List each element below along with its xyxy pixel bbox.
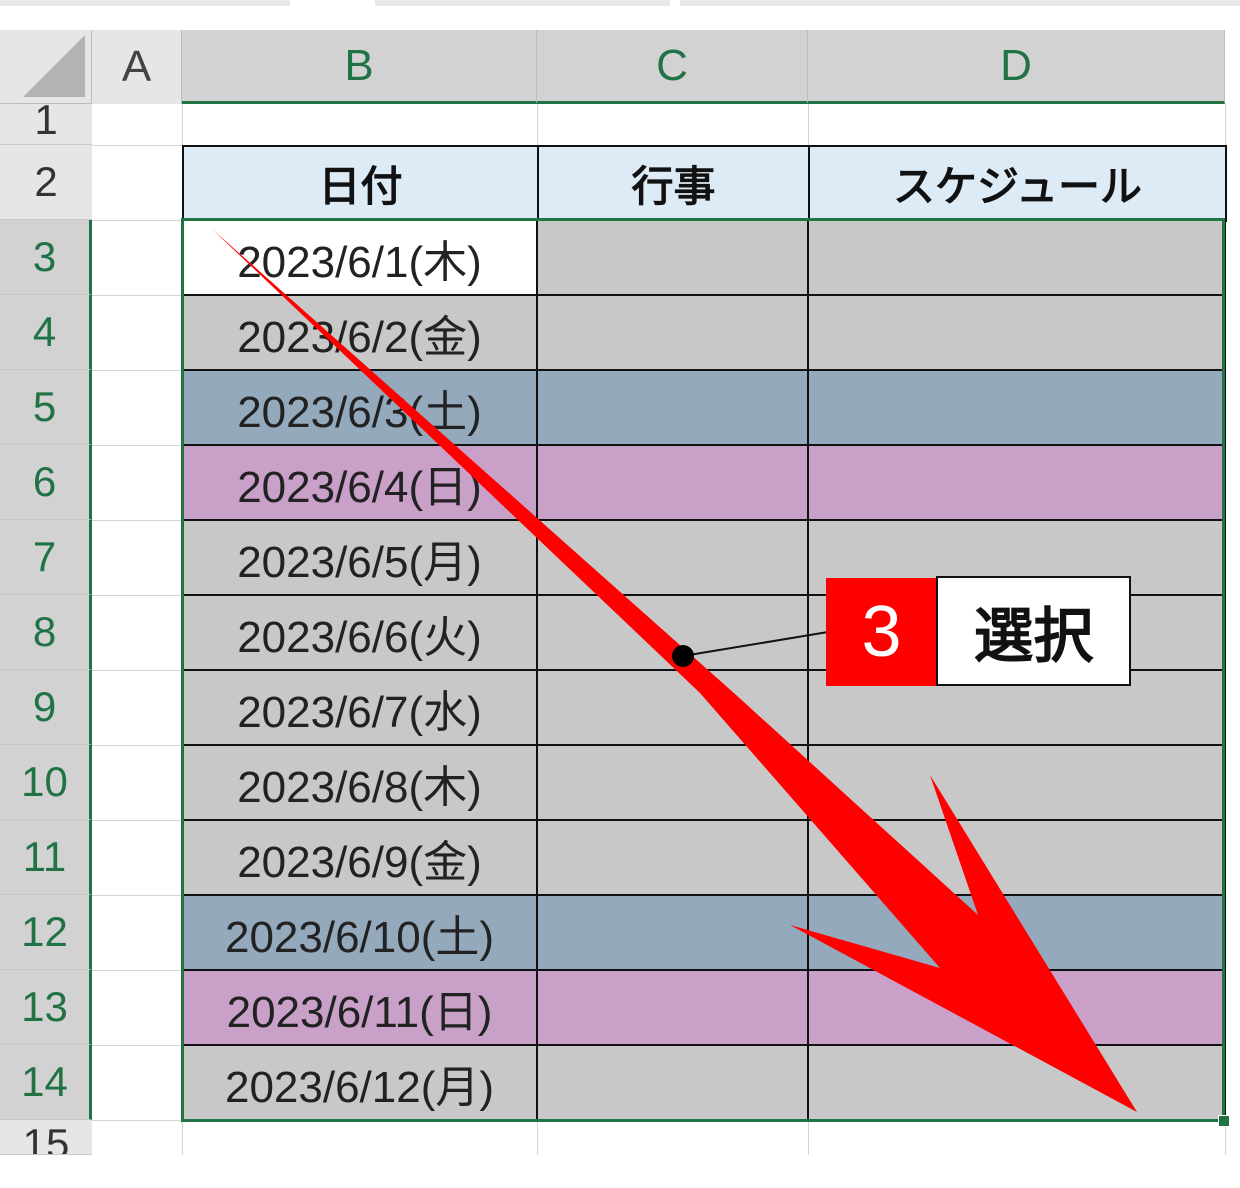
event-cell[interactable] <box>537 370 808 445</box>
event-cell[interactable] <box>537 970 808 1045</box>
row-header-4[interactable]: 4 <box>0 295 92 370</box>
date-cell[interactable]: 2023/6/9(金) <box>182 820 537 895</box>
row-header-5[interactable]: 5 <box>0 370 92 445</box>
event-cell[interactable] <box>537 220 808 295</box>
event-cell[interactable] <box>537 895 808 970</box>
event-cell[interactable] <box>537 820 808 895</box>
date-cell[interactable]: 2023/6/2(金) <box>182 295 537 370</box>
column-header-b[interactable]: B <box>182 30 537 104</box>
table-border <box>182 1044 1225 1046</box>
event-cell[interactable] <box>537 445 808 520</box>
row-header-8[interactable]: 8 <box>0 595 92 670</box>
event-cell[interactable] <box>537 670 808 745</box>
event-cell[interactable] <box>537 595 808 670</box>
column-header-c[interactable]: C <box>537 30 808 104</box>
ribbon-edge <box>0 0 1240 30</box>
schedule-cell[interactable] <box>808 220 1225 295</box>
event-cell[interactable] <box>537 1045 808 1120</box>
spreadsheet: ABCD 1 2 3 4 5 6 7 8 9 10 11 12 13 14 15 日付 行事 スケジュール 202… <box>0 0 1240 1188</box>
row-header-15[interactable]: 15 <box>0 1120 92 1155</box>
row-header-6[interactable]: 6 <box>0 445 92 520</box>
row-header-1[interactable]: 1 <box>0 104 92 145</box>
row-header-10[interactable]: 10 <box>0 745 92 820</box>
date-cell[interactable]: 2023/6/7(水) <box>182 670 537 745</box>
table-border <box>182 444 1225 446</box>
table-border <box>182 1119 1225 1121</box>
schedule-cell[interactable] <box>808 370 1225 445</box>
row-header-9[interactable]: 9 <box>0 670 92 745</box>
table-border <box>182 744 1225 746</box>
date-cell[interactable]: 2023/6/1(木) <box>182 220 537 295</box>
row-header-11[interactable]: 11 <box>0 820 92 895</box>
row-header-3[interactable]: 3 <box>0 220 92 295</box>
table-border <box>182 369 1225 371</box>
date-cell[interactable]: 2023/6/3(土) <box>182 370 537 445</box>
date-header[interactable]: 日付 <box>182 145 539 222</box>
table-border <box>182 294 1225 296</box>
row-header-13[interactable]: 13 <box>0 970 92 1045</box>
row-header-14[interactable]: 14 <box>0 1045 92 1120</box>
column-header-a[interactable]: A <box>92 30 182 104</box>
date-cell[interactable]: 2023/6/11(日) <box>182 970 537 1045</box>
schedule-cell[interactable] <box>808 445 1225 520</box>
schedule-header[interactable]: スケジュール <box>808 145 1227 222</box>
event-cell[interactable] <box>537 745 808 820</box>
row-header-12[interactable]: 12 <box>0 895 92 970</box>
fill-handle[interactable] <box>1218 1115 1230 1127</box>
event-header[interactable]: 行事 <box>537 145 810 222</box>
date-cell[interactable]: 2023/6/6(火) <box>182 595 537 670</box>
date-cell[interactable]: 2023/6/5(月) <box>182 520 537 595</box>
schedule-cell[interactable] <box>808 970 1225 1045</box>
date-cell[interactable]: 2023/6/10(土) <box>182 895 537 970</box>
table-border <box>182 894 1225 896</box>
event-cell[interactable] <box>537 295 808 370</box>
table-border <box>182 969 1225 971</box>
schedule-cell[interactable] <box>808 820 1225 895</box>
schedule-cell[interactable] <box>808 1045 1225 1120</box>
schedule-cell[interactable] <box>808 895 1225 970</box>
row-header-2[interactable]: 2 <box>0 145 92 220</box>
schedule-cell[interactable] <box>808 745 1225 820</box>
date-cell[interactable]: 2023/6/12(月) <box>182 1045 537 1120</box>
event-cell[interactable] <box>537 520 808 595</box>
callout-step-label: 選択 <box>936 576 1131 686</box>
column-header-d[interactable]: D <box>808 30 1225 104</box>
date-cell[interactable]: 2023/6/4(日) <box>182 445 537 520</box>
table-border <box>182 519 1225 521</box>
callout-step-number: 3 <box>826 578 937 686</box>
row-header-7[interactable]: 7 <box>0 520 92 595</box>
date-cell[interactable]: 2023/6/8(木) <box>182 745 537 820</box>
schedule-cell[interactable] <box>808 295 1225 370</box>
table-border <box>182 819 1225 821</box>
select-all-button[interactable] <box>0 30 92 104</box>
select-all-triangle-icon <box>23 35 85 97</box>
